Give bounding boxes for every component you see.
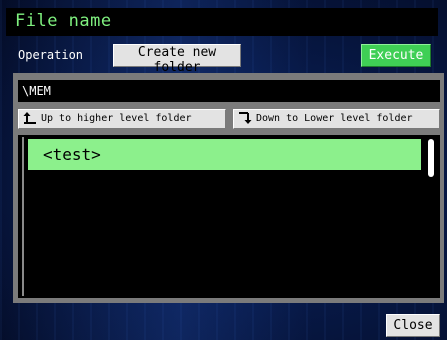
down-folder-label: Down to Lower level folder (256, 113, 413, 124)
operation-label: Operation (18, 48, 84, 62)
down-folder-button[interactable]: Down to Lower level folder (233, 109, 440, 129)
arrow-down-right-icon (239, 112, 252, 124)
operation-select-button[interactable]: Create new folder (113, 44, 241, 75)
list-item[interactable]: <test> (28, 139, 421, 170)
arrow-up-left-icon (23, 112, 36, 124)
current-path-field: \MEM (18, 80, 440, 102)
list-divider (22, 137, 24, 296)
up-folder-button[interactable]: Up to higher level folder (18, 109, 226, 129)
up-folder-label: Up to higher level folder (41, 113, 192, 124)
dialog-title: File name (15, 11, 112, 31)
file-list: <test> (18, 135, 440, 298)
scrollbar[interactable] (425, 137, 437, 296)
scrollbar-thumb[interactable] (428, 139, 434, 177)
execute-button[interactable]: Execute (361, 44, 431, 67)
close-button[interactable]: Close (386, 314, 440, 337)
